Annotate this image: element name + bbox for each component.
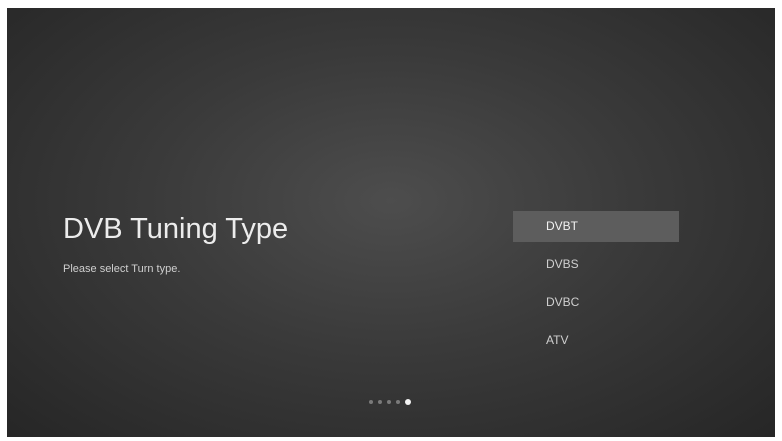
tuning-type-list: DVBT DVBS DVBC ATV bbox=[513, 211, 679, 363]
page-indicator bbox=[369, 399, 411, 405]
option-atv[interactable]: ATV bbox=[513, 325, 679, 356]
page-dot-2 bbox=[378, 400, 382, 404]
option-dvbc[interactable]: DVBC bbox=[513, 287, 679, 318]
page-dot-3 bbox=[387, 400, 391, 404]
page-dot-5-active bbox=[405, 399, 411, 405]
tv-setup-screen: DVB Tuning Type Please select Turn type.… bbox=[7, 8, 775, 437]
option-dvbt[interactable]: DVBT bbox=[513, 211, 679, 242]
page-subtitle: Please select Turn type. bbox=[63, 263, 181, 275]
page-dot-1 bbox=[369, 400, 373, 404]
option-dvbs[interactable]: DVBS bbox=[513, 249, 679, 280]
page-title: DVB Tuning Type bbox=[63, 213, 289, 245]
page-dot-4 bbox=[396, 400, 400, 404]
